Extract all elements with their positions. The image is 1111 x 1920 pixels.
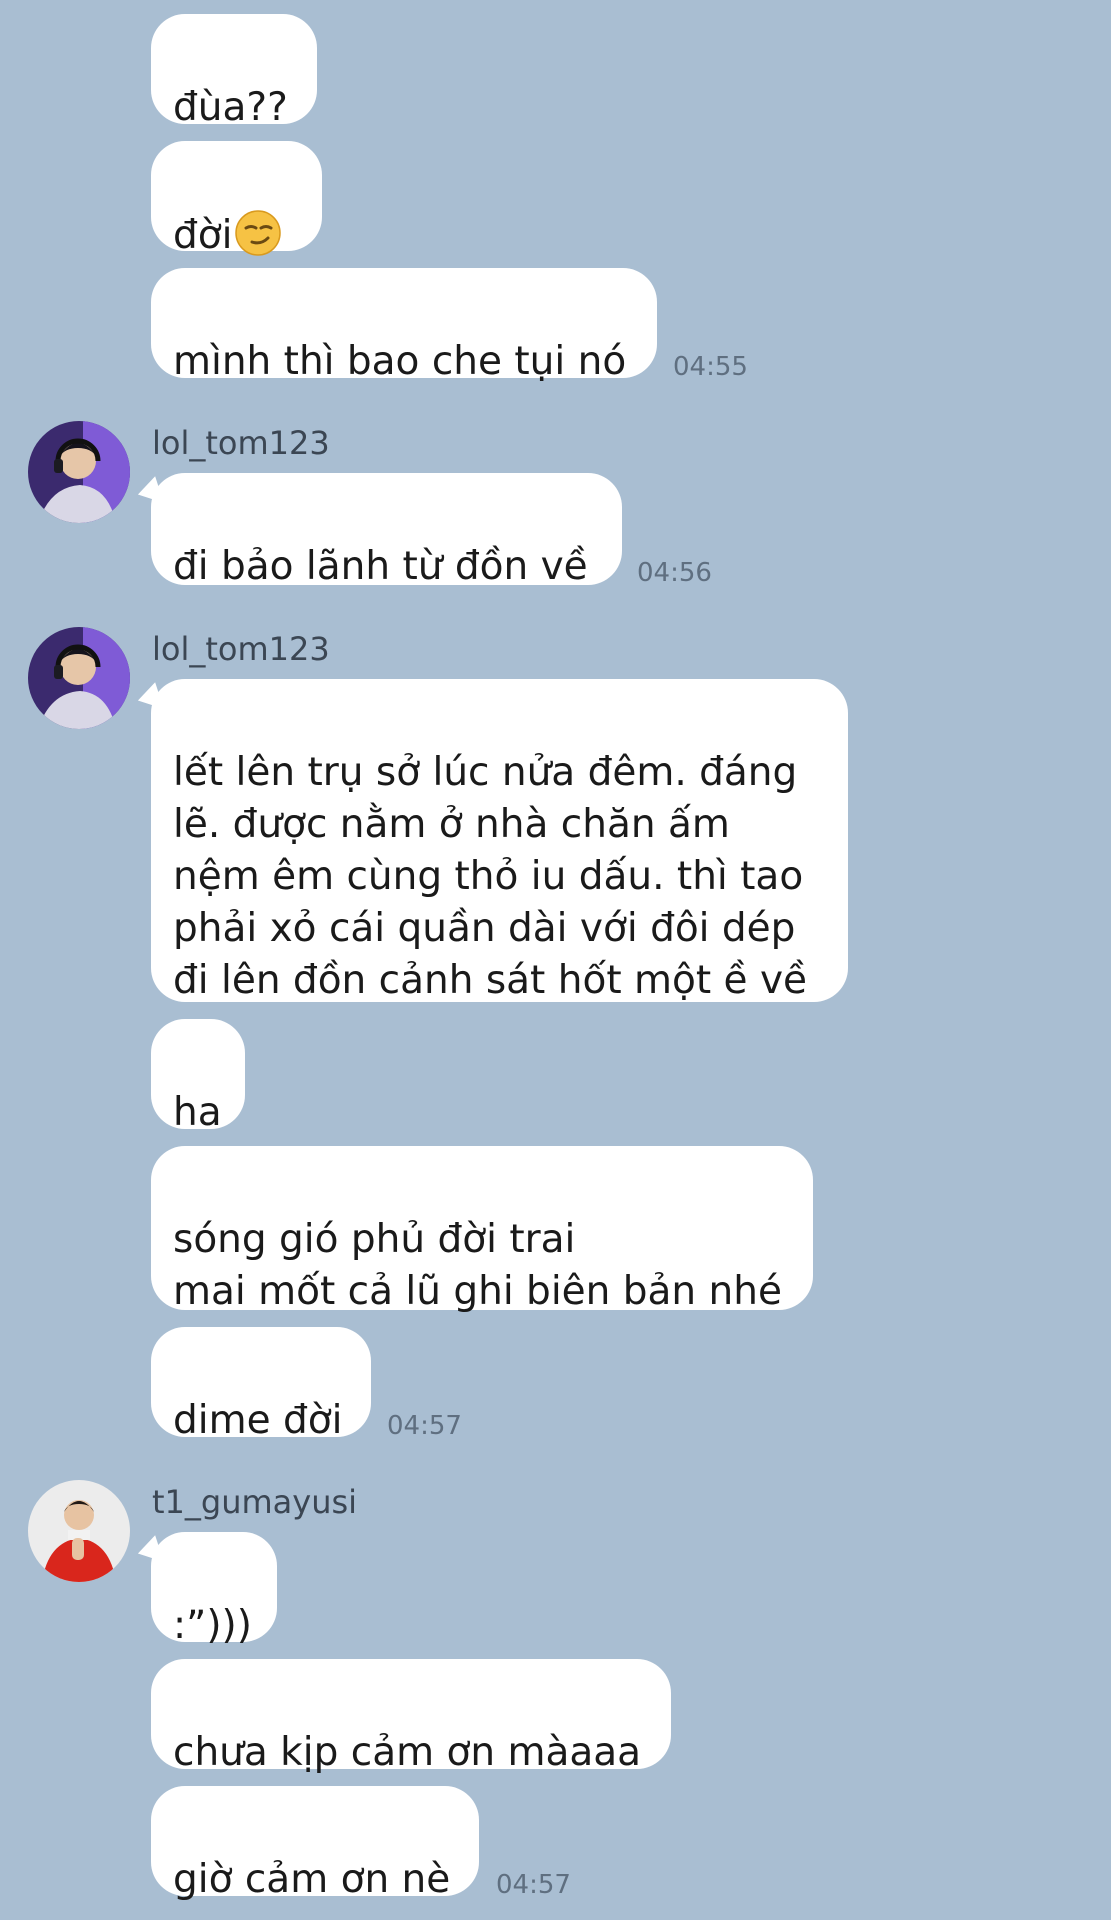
message-text: dime đời — [173, 1398, 343, 1443]
message-bubble[interactable]: giờ cảm ơn nè — [151, 1786, 479, 1902]
sender-name: lol_tom123 — [152, 424, 330, 462]
message-bubble[interactable]: chưa kịp cảm ơn màaaa — [151, 1659, 671, 1775]
red-jacket-player-avatar-icon — [28, 1480, 130, 1582]
headset-player-avatar-icon — [28, 627, 130, 729]
message-bubble[interactable]: đùa?? — [151, 14, 317, 130]
message-time: 04:56 — [637, 558, 712, 588]
message-bubble[interactable]: sóng gió phủ đời trai mai mốt cả lũ ghi … — [151, 1146, 813, 1314]
message-text: chưa kịp cảm ơn màaaa — [173, 1730, 642, 1775]
avatar[interactable] — [28, 627, 130, 729]
message-time: 04:57 — [387, 1411, 462, 1441]
smirking-face-emoji — [234, 209, 282, 257]
message-text: mình thì bao che tụi nó — [173, 339, 627, 384]
message-text: đùa?? — [173, 85, 288, 130]
message-text: đời — [173, 213, 233, 258]
avatar[interactable] — [28, 421, 130, 523]
message-time: 04:57 — [496, 1870, 571, 1900]
message-time: 04:55 — [673, 352, 748, 382]
message-text: :”))) — [173, 1603, 252, 1648]
headset-player-avatar-icon — [28, 421, 130, 523]
message-text: sóng gió phủ đời trai mai mốt cả lũ ghi … — [173, 1217, 782, 1314]
message-bubble[interactable]: :”))) — [151, 1532, 277, 1648]
message-bubble[interactable]: lết lên trụ sở lúc nửa đêm. đáng lẽ. đượ… — [151, 679, 848, 1003]
message-bubble[interactable]: dime đời — [151, 1327, 371, 1443]
message-text: lết lên trụ sở lúc nửa đêm. đáng lẽ. đượ… — [173, 750, 808, 1003]
sender-name: t1_gumayusi — [152, 1483, 358, 1521]
message-bubble[interactable]: đi bảo lãnh từ đồn về — [151, 473, 622, 589]
chat-area: đùa?? đời mình thì bao che tụi nó 04:55 … — [0, 0, 1111, 1920]
message-bubble[interactable]: đời — [151, 141, 322, 258]
message-bubble[interactable]: ha — [151, 1019, 245, 1135]
message-text: giờ cảm ơn nè — [173, 1857, 451, 1902]
avatar[interactable] — [28, 1480, 130, 1582]
message-text: đi bảo lãnh từ đồn về — [173, 544, 588, 589]
message-bubble[interactable]: mình thì bao che tụi nó — [151, 268, 657, 384]
message-text: ha — [173, 1090, 222, 1135]
sender-name: lol_tom123 — [152, 630, 330, 668]
